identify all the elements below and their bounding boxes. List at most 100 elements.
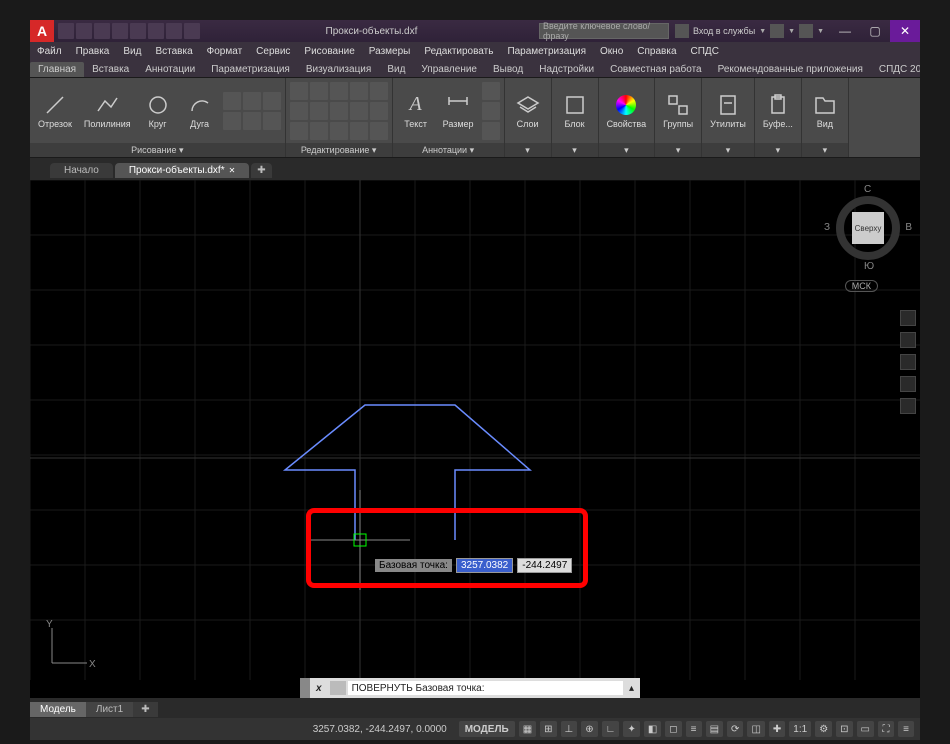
tab-add-button[interactable]: ✚ (251, 163, 271, 178)
tab-start[interactable]: Начало (50, 163, 113, 178)
status-polar-icon[interactable]: ✦ (623, 721, 639, 737)
status-iso-icon[interactable]: ◧ (644, 721, 661, 737)
menu-edit[interactable]: Правка (69, 46, 117, 57)
tab-collab[interactable]: Совместная работа (602, 62, 710, 77)
layers-button[interactable]: Слои (509, 91, 547, 131)
clipboard-button[interactable]: Буфе... (759, 91, 797, 131)
status-osnap-icon[interactable]: ◻ (665, 721, 681, 737)
arc-button[interactable]: Дуга (181, 91, 219, 131)
status-gear-icon[interactable]: ⚙ (815, 721, 832, 737)
line-button[interactable]: Отрезок (34, 91, 76, 131)
tab-manage[interactable]: Управление (413, 62, 485, 77)
polyline-button[interactable]: Полилиния (80, 91, 135, 131)
tab-add-layout[interactable]: ✚ (133, 702, 157, 717)
qat-plot-icon[interactable] (130, 23, 146, 39)
ucs-icon[interactable]: X Y (42, 623, 92, 678)
tab-annotate[interactable]: Аннотации (137, 62, 203, 77)
command-line[interactable]: x ПОВЕРНУТЬ Базовая точка: ▴ (300, 678, 640, 698)
tab-output[interactable]: Вывод (485, 62, 531, 77)
dropdown-icon[interactable]: ▼ (759, 28, 766, 35)
qat-undo-icon[interactable] (148, 23, 164, 39)
status-monitor-icon[interactable]: ▭ (857, 721, 874, 737)
panel-title-annot[interactable]: Аннотации ▾ (393, 143, 504, 157)
status-cycling-icon[interactable]: ⟳ (727, 721, 743, 737)
app-logo[interactable]: A (30, 20, 54, 42)
text-button[interactable]: AТекст (397, 91, 435, 131)
status-model-button[interactable]: МОДЕЛЬ (459, 721, 515, 737)
qat-redo-icon[interactable] (166, 23, 182, 39)
circle-button[interactable]: Круг (139, 91, 177, 131)
menu-format[interactable]: Формат (200, 46, 250, 57)
tab-home[interactable]: Главная (30, 62, 84, 77)
view-button[interactable]: Вид (806, 91, 844, 131)
tab-addins[interactable]: Надстройки (531, 62, 602, 77)
status-ortho-icon[interactable]: ∟ (602, 721, 620, 737)
menu-help[interactable]: Справка (630, 46, 683, 57)
qat-saveas-icon[interactable] (112, 23, 128, 39)
dimension-button[interactable]: Размер (439, 91, 478, 131)
menu-draw[interactable]: Рисование (297, 46, 361, 57)
nav-pan-icon[interactable] (900, 332, 916, 348)
status-grid-icon[interactable]: ▦ (519, 721, 536, 737)
user-icon[interactable] (675, 24, 689, 38)
utilities-button[interactable]: Утилиты (706, 91, 750, 131)
nav-showmotion-icon[interactable] (900, 398, 916, 414)
status-snap-icon[interactable]: ⊞ (540, 721, 556, 737)
tab-document[interactable]: Прокси-объекты.dxf*✕ (115, 163, 249, 178)
cmdline-history-icon[interactable]: ▴ (623, 683, 640, 694)
close-button[interactable]: ✕ (890, 20, 920, 42)
nav-wheel-icon[interactable] (900, 310, 916, 326)
menu-window[interactable]: Окно (593, 46, 630, 57)
panel-title-draw[interactable]: Рисование ▾ (30, 143, 285, 157)
menu-view[interactable]: Вид (116, 46, 148, 57)
cmdline-text[interactable]: ПОВЕРНУТЬ Базовая точка: (348, 681, 623, 695)
help-icon[interactable] (799, 24, 813, 38)
qat-open-icon[interactable] (76, 23, 92, 39)
viewcube-north[interactable]: С (864, 184, 871, 195)
qat-more-icon[interactable] (184, 23, 200, 39)
tab-parametric[interactable]: Параметризация (203, 62, 298, 77)
tab-close-icon[interactable]: ✕ (229, 166, 236, 175)
cmdline-recent-icon[interactable] (330, 681, 346, 695)
status-infer-icon[interactable]: ⊥ (561, 721, 578, 737)
wcs-badge[interactable]: МСК (845, 280, 878, 292)
status-scale[interactable]: 1:1 (789, 721, 811, 737)
cmdline-close-icon[interactable]: x (310, 683, 328, 694)
maximize-button[interactable]: ▢ (860, 20, 890, 42)
tab-view[interactable]: Вид (379, 62, 413, 77)
qat-new-icon[interactable] (58, 23, 74, 39)
viewcube-west[interactable]: З (824, 222, 830, 233)
tab-model[interactable]: Модель (30, 702, 86, 717)
nav-zoom-icon[interactable] (900, 354, 916, 370)
qat-save-icon[interactable] (94, 23, 110, 39)
menu-file[interactable]: Файл (30, 46, 69, 57)
block-button[interactable]: Блок (556, 91, 594, 131)
status-coordinates[interactable]: 3257.0382, -244.2497, 0.0000 (313, 724, 447, 735)
nav-orbit-icon[interactable] (900, 376, 916, 392)
status-lineweight-icon[interactable]: ≡ (686, 721, 702, 737)
login-link[interactable]: Вход в службы (693, 26, 755, 36)
view-cube[interactable]: Сверху С Ю В З (828, 188, 908, 268)
menu-tools[interactable]: Сервис (249, 46, 297, 57)
menu-modify[interactable]: Редактировать (417, 46, 500, 57)
exchange-icon[interactable] (770, 24, 784, 38)
menu-insert[interactable]: Вставка (148, 46, 199, 57)
status-3dosnap-icon[interactable]: ◫ (747, 721, 764, 737)
groups-button[interactable]: Группы (659, 91, 697, 131)
drawing-canvas[interactable]: Базовая точка: 3257.0382 -244.2497 Сверх… (30, 180, 920, 698)
viewcube-south[interactable]: Ю (864, 261, 874, 272)
viewcube-face[interactable]: Сверху (852, 212, 884, 244)
tab-visualize[interactable]: Визуализация (298, 62, 379, 77)
panel-title-modify[interactable]: Редактирование ▾ (286, 143, 392, 157)
status-customize-icon[interactable]: ≡ (898, 721, 914, 737)
tab-spds[interactable]: СПДС 2019 (871, 62, 920, 77)
properties-button[interactable]: Свойства (603, 91, 651, 131)
tab-layout1[interactable]: Лист1 (86, 702, 133, 717)
cmdline-grip-icon[interactable] (300, 678, 310, 698)
status-cleanscreen-icon[interactable]: ⛶ (878, 721, 894, 737)
status-dyninput-icon[interactable]: ⊕ (581, 721, 597, 737)
tab-featured[interactable]: Рекомендованные приложения (710, 62, 871, 77)
tab-insert[interactable]: Вставка (84, 62, 137, 77)
search-input[interactable]: Введите ключевое слово/фразу (539, 23, 669, 39)
minimize-button[interactable]: — (830, 20, 860, 42)
